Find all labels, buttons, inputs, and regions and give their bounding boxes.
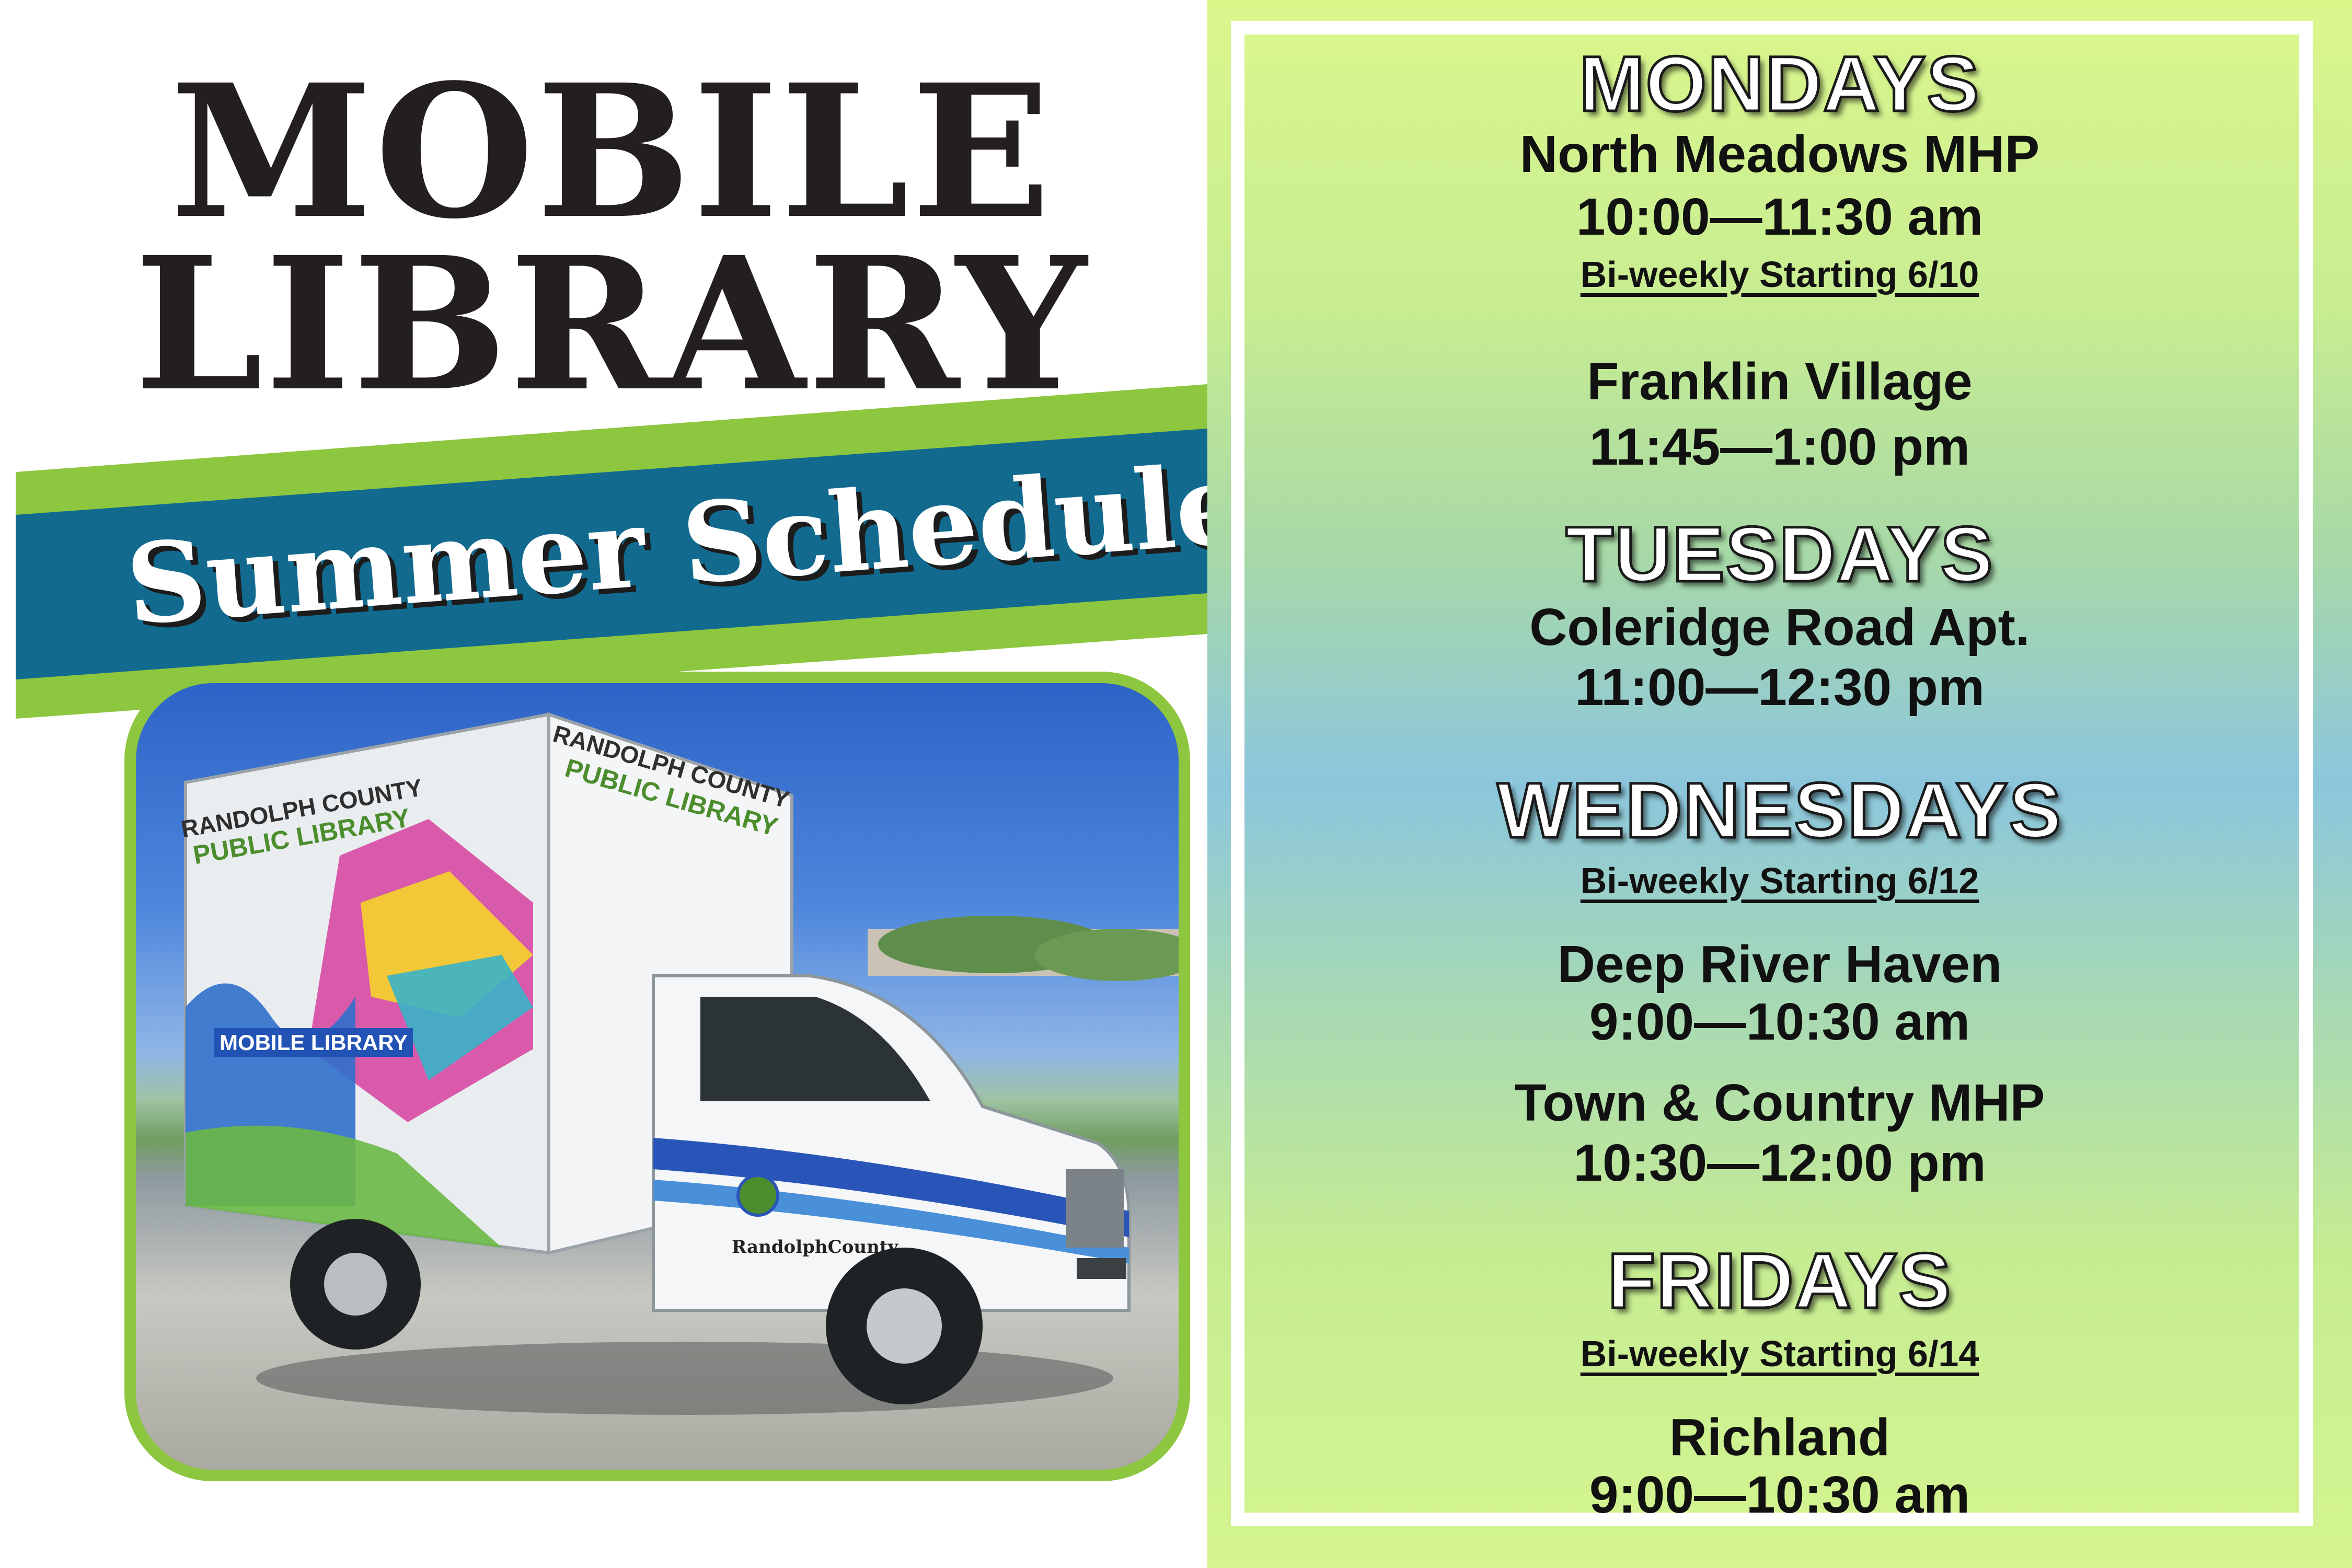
county-seal-icon	[736, 1174, 779, 1217]
mondays-stop-2-location: Franklin Village	[1587, 352, 1973, 411]
wednesdays-note: Bi-weekly Starting 6/12	[1580, 860, 1979, 901]
truck-bumper	[1077, 1258, 1126, 1279]
truck-shadow	[256, 1342, 1113, 1415]
title-mobile: MOBILE	[170, 44, 1053, 259]
wednesdays-stop-2-time: 10:30—12:00 pm	[1573, 1134, 1986, 1192]
mondays-stop-1-time: 10:00—11:30 am	[1576, 188, 1984, 246]
truck-illustration: MOBILE LIBRARY RANDOLPH COUNTY PUBLIC LI…	[179, 712, 1179, 1415]
fridays-stop-1-time: 9:00—10:30 am	[1589, 1466, 1970, 1524]
poster-left-panel: MOBILE LIBRARY Summer Schedule MOBILE LI…	[16, 24, 1207, 1516]
day-tuesdays: TUESDAYS	[1564, 510, 1994, 598]
wheel-hub	[867, 1288, 942, 1364]
fridays-stop-1-location: Richland	[1669, 1408, 1890, 1467]
wednesdays-stop-2-location: Town & Country MHP	[1514, 1074, 2045, 1132]
wheel-hub	[324, 1253, 387, 1316]
schedule-panel: MONDAYS North Meadows MHP 10:00—11:30 am…	[1207, 0, 2352, 1568]
fridays-note: Bi-weekly Starting 6/14	[1580, 1333, 1979, 1374]
truck-mobile-library-text: MOBILE LIBRARY	[220, 1030, 408, 1055]
tuesdays-stop-1-location: Coleridge Road Apt.	[1529, 598, 2030, 656]
day-fridays: FRIDAYS	[1606, 1237, 1952, 1324]
day-mondays: MONDAYS	[1578, 40, 1980, 128]
title-library: LIBRARY	[134, 216, 1089, 432]
truck-grille	[1066, 1169, 1124, 1248]
mondays-stop-1-note: Bi-weekly Starting 6/10	[1580, 254, 1979, 295]
wednesdays-stop-1-time: 9:00—10:30 am	[1589, 993, 1970, 1051]
mondays-stop-1-location: North Meadows MHP	[1519, 125, 2040, 183]
day-wednesdays: WEDNESDAYS	[1496, 766, 2062, 854]
mondays-stop-2-time: 11:45—1:00 pm	[1589, 418, 1970, 476]
mobile-library-truck-photo: MOBILE LIBRARY RANDOLPH COUNTY PUBLIC LI…	[124, 672, 1190, 1481]
tuesdays-stop-1-time: 11:00—12:30 pm	[1575, 658, 1985, 717]
wednesdays-stop-1-location: Deep River Haven	[1557, 935, 2002, 994]
